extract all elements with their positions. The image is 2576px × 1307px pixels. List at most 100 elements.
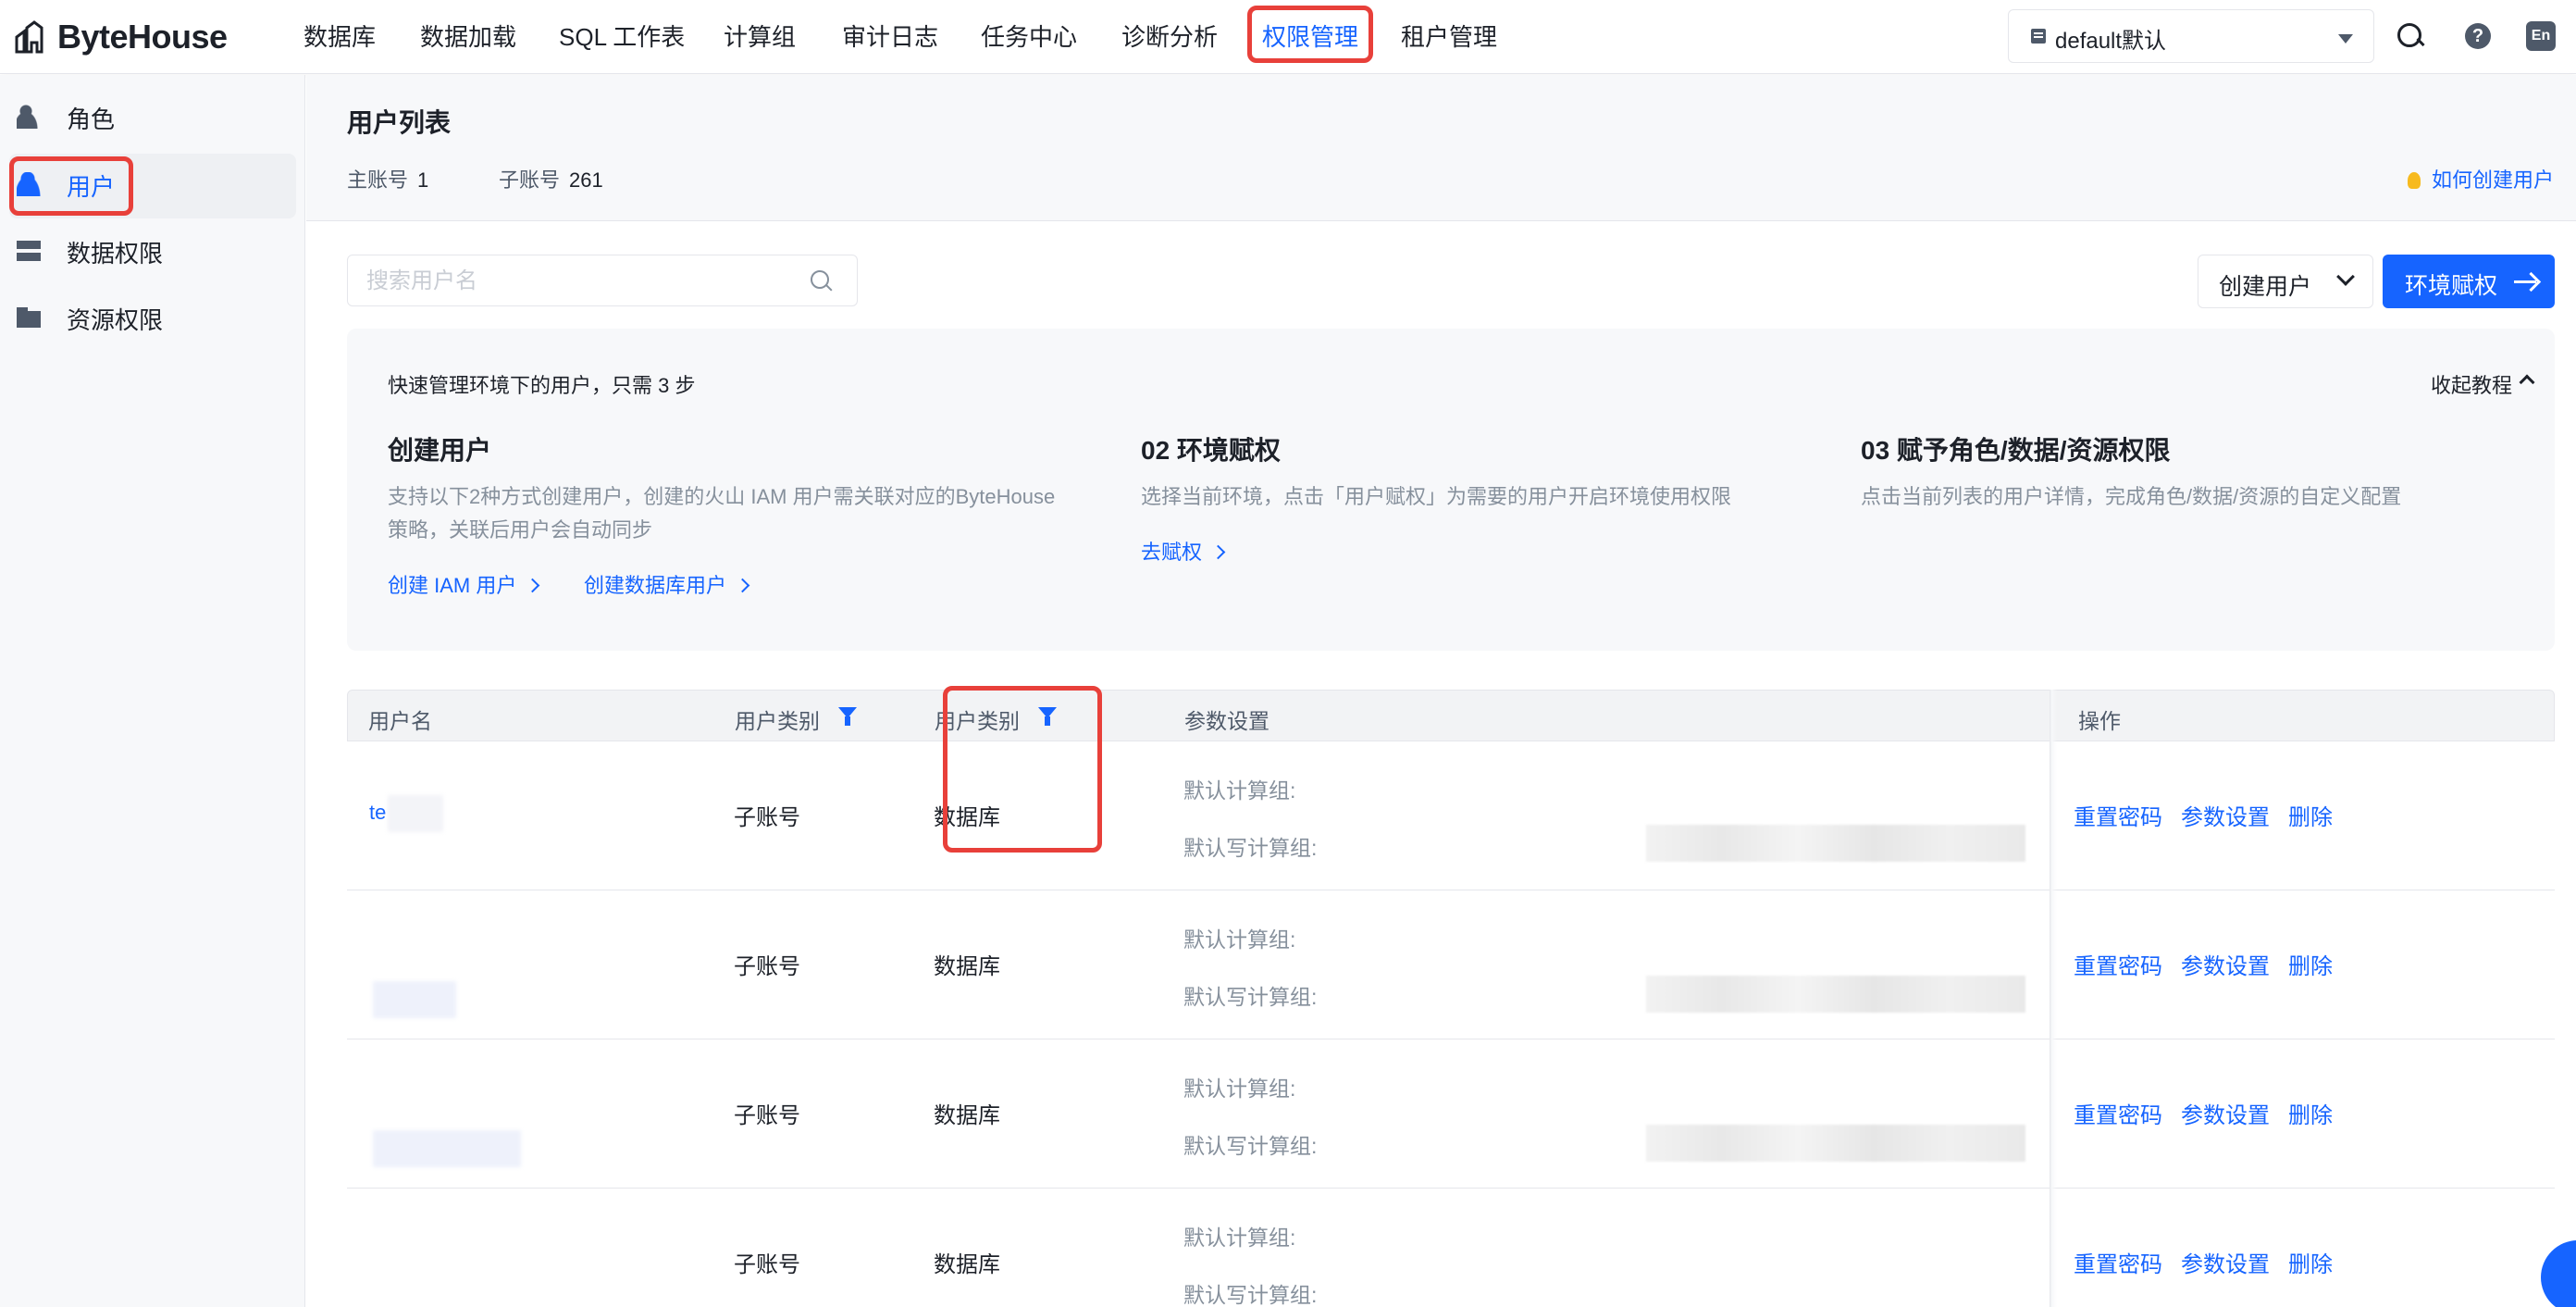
reset-password-button[interactable]: 重置密码 [2074, 799, 2162, 831]
param-settings-button[interactable]: 参数设置 [2181, 948, 2270, 980]
guide-subtitle: 快速管理环境下的用户，只需 3 步 [388, 374, 696, 397]
create-iam-user-link[interactable]: 创建 IAM 用户 [388, 569, 540, 599]
create-user-button[interactable]: 创建用户 [2198, 255, 2373, 308]
quick-guide-panel: 快速管理环境下的用户，只需 3 步 收起教程 创建用户 支持以下2种方式创建用户… [347, 329, 2555, 651]
guide-step-3: 03 赋予角色/数据/资源权限 点击当前列表的用户详情，完成角色/数据/资源的自… [1861, 430, 2401, 508]
guide-step-2: 02 环境赋权 选择当前环境，点击「用户赋权」为需要的用户开启环境使用权限 去赋… [1141, 430, 1731, 564]
search-input[interactable] [366, 268, 792, 294]
chevron-right-icon [735, 578, 750, 593]
link-label: 创建数据库用户 [584, 574, 727, 597]
blurred-param-value [1646, 976, 2025, 1013]
guide-step-desc: 点击当前列表的用户详情，完成角色/数据/资源的自定义配置 [1861, 485, 2402, 508]
search-icon[interactable] [811, 270, 835, 294]
user-type-cell: 子账号 [734, 954, 800, 979]
sub-account-label: 子账号 [499, 168, 561, 192]
reset-password-button[interactable]: 重置密码 [2074, 948, 2162, 980]
nav-item-audit-log[interactable]: 审计日志 [842, 0, 938, 74]
table-row: 子账号 数据库 默认计算组: 默认写计算组: 重置密码 参数设置 删除 [347, 1039, 2555, 1189]
sidebar-item-data-permission[interactable]: 数据权限 [0, 217, 305, 283]
folder-icon [17, 305, 43, 330]
user-table: 用户名 用户类别 用户类别 参数设置 操作 te 子账号 数据库 默认计算组: … [347, 686, 2555, 1307]
user-type-cell: 子账号 [734, 1252, 800, 1277]
env-auth-label: 环境赋权 [2405, 273, 2498, 299]
chevron-up-icon[interactable] [2519, 374, 2535, 391]
bytehouse-logo-icon [15, 20, 43, 54]
default-compute-label: 默认计算组: [1183, 778, 1296, 803]
sidebar-item-role[interactable]: 角色 [0, 82, 305, 149]
blurred-param-value [1646, 1125, 2025, 1162]
main-account-count: 1 [417, 168, 429, 192]
sub-account-count: 261 [569, 168, 603, 192]
default-compute-label: 默认计算组: [1183, 927, 1296, 952]
param-settings-button[interactable]: 参数设置 [2181, 1246, 2270, 1278]
table-row: te 子账号 数据库 默认计算组: 默认写计算组: 重置密码 参数设置 删除 [347, 741, 2555, 890]
table-row: 子账号 数据库 默认计算组: 默认写计算组: 重置密码 参数设置 删除 [347, 1189, 2555, 1307]
nav-item-database[interactable]: 数据库 [303, 0, 376, 74]
bytehouse-logo[interactable]: ByteHouse [13, 17, 228, 57]
collapse-guide-button[interactable]: 收起教程 [2431, 369, 2512, 399]
env-auth-button[interactable]: 环境赋权 [2383, 255, 2555, 308]
table-header: 用户名 用户类别 用户类别 参数设置 操作 [347, 690, 2555, 741]
arrow-right-icon [2514, 280, 2536, 283]
guide-step-title: 03 赋予角色/数据/资源权限 [1861, 436, 2171, 465]
create-db-user-link[interactable]: 创建数据库用户 [584, 569, 750, 599]
page-title: 用户列表 [347, 108, 452, 137]
highlight-box-nav [1247, 6, 1373, 63]
delete-button[interactable]: 删除 [2288, 948, 2333, 980]
nav-item-compute-group[interactable]: 计算组 [724, 0, 796, 74]
reset-password-button[interactable]: 重置密码 [2074, 1246, 2162, 1278]
param-settings-button[interactable]: 参数设置 [2181, 799, 2270, 831]
link-label: 创建 IAM 用户 [388, 574, 517, 597]
guide-step-title: 02 环境赋权 [1141, 436, 1281, 465]
nav-item-data-loading[interactable]: 数据加载 [420, 0, 516, 74]
default-compute-label: 默认计算组: [1183, 1226, 1296, 1250]
chevron-down-icon [2336, 268, 2355, 286]
sub-account-stat: 子账号 261 [499, 164, 603, 193]
main-account-stat: 主账号 1 [347, 164, 428, 193]
sidebar-item-resource-permission[interactable]: 资源权限 [0, 283, 305, 350]
guide-step-desc: 支持以下2种方式创建用户，创建的火山 IAM 用户需关联对应的ByteHouse… [388, 485, 1056, 541]
top-nav-bar: ByteHouse 数据库 数据加载 SQL 工作表 计算组 审计日志 任务中心… [0, 0, 2576, 74]
sidebar-item-label: 数据权限 [67, 240, 164, 268]
user-type-cell: 子账号 [734, 1103, 800, 1128]
go-authorize-link[interactable]: 去赋权 [1141, 536, 1226, 566]
help-icon[interactable]: ? [2465, 23, 2491, 49]
page-header: 用户列表 主账号 1 子账号 261 如何创建用户 [306, 75, 2576, 221]
param-settings-button[interactable]: 参数设置 [2181, 1097, 2270, 1129]
data-permission-icon [17, 239, 43, 263]
blurred-username [388, 795, 443, 832]
logo-text: ByteHouse [57, 18, 228, 56]
sidebar-item-label: 资源权限 [67, 306, 164, 334]
environment-selector[interactable]: default默认 [2008, 9, 2374, 63]
link-label: 去赋权 [1141, 541, 1203, 564]
reset-password-button[interactable]: 重置密码 [2074, 1097, 2162, 1129]
user-search-box[interactable] [347, 255, 858, 306]
delete-button[interactable]: 删除 [2288, 1097, 2333, 1129]
nav-item-tenant-management[interactable]: 租户管理 [1401, 0, 1497, 74]
nav-item-task-center[interactable]: 任务中心 [981, 0, 1077, 74]
user-category-cell: 数据库 [934, 954, 1000, 979]
chevron-right-icon [1210, 544, 1226, 560]
user-type-cell: 子账号 [734, 805, 800, 830]
chevron-right-icon [526, 578, 540, 593]
search-icon[interactable] [2395, 20, 2428, 54]
delete-button[interactable]: 删除 [2288, 1246, 2333, 1278]
highlight-box-sidebar [9, 156, 133, 216]
create-user-label: 创建用户 [2219, 274, 2312, 300]
username-link[interactable]: te [369, 801, 386, 825]
sidebar-item-label: 角色 [67, 106, 116, 133]
blurred-param-value [1646, 825, 2025, 862]
default-write-compute-label: 默认写计算组: [1183, 985, 1318, 1009]
nav-item-sql-worksheet[interactable]: SQL 工作表 [559, 0, 685, 74]
filter-icon[interactable] [838, 707, 857, 728]
guide-step-1: 创建用户 支持以下2种方式创建用户，创建的火山 IAM 用户需关联对应的Byte… [388, 430, 1055, 597]
user-category-cell: 数据库 [934, 1252, 1000, 1277]
delete-button[interactable]: 删除 [2288, 799, 2333, 831]
blurred-username [373, 1130, 521, 1167]
main-content: 用户列表 主账号1 子账号261 如何创建用户 创建用户 环境赋权 快速管理环境 [306, 75, 2576, 1307]
nav-item-diagnostics[interactable]: 诊断分析 [1121, 0, 1218, 74]
howto-label: 如何创建用户 [2431, 168, 2554, 192]
howto-create-user-link[interactable]: 如何创建用户 [2407, 164, 2554, 193]
default-write-compute-label: 默认写计算组: [1183, 1134, 1318, 1158]
language-switch-icon[interactable]: En [2526, 21, 2556, 51]
